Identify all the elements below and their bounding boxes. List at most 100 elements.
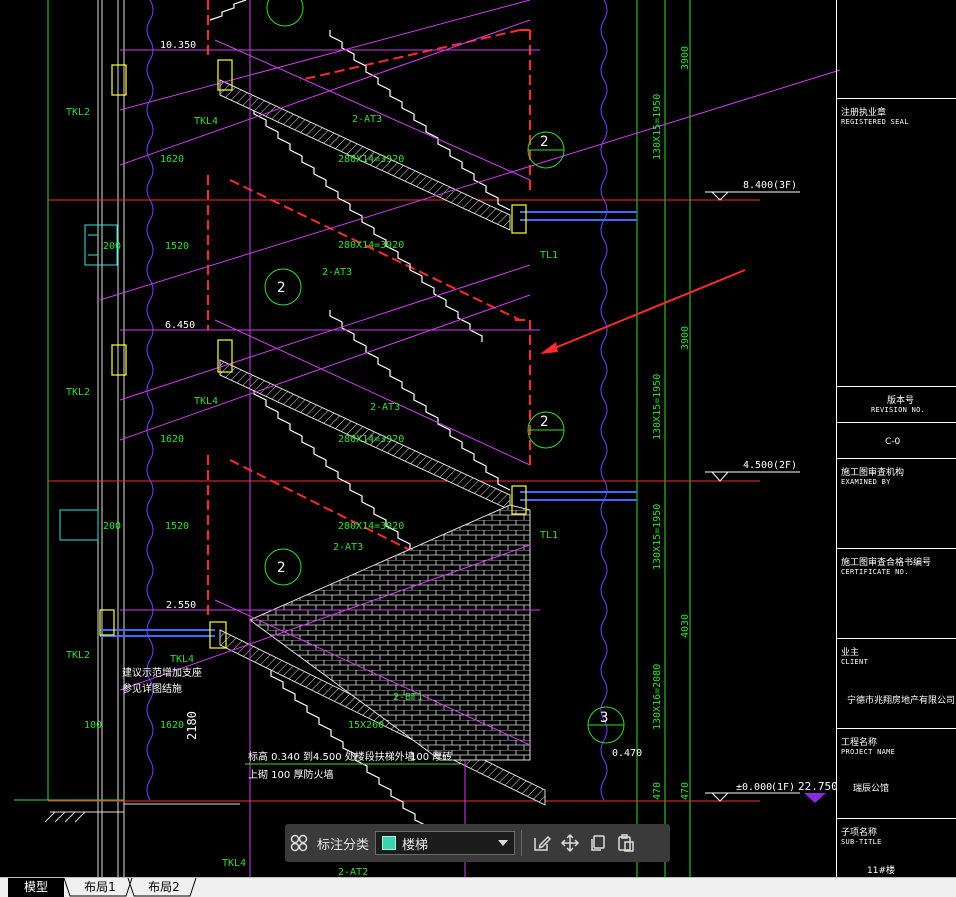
client-value: 宁德市兆翔房地产有限公司	[847, 696, 956, 706]
project-en: PROJECT NAME	[841, 748, 896, 756]
toolbar-divider	[521, 830, 523, 856]
dim-2180: 2180	[185, 711, 199, 740]
elev-2550: 2.550	[166, 600, 196, 611]
elev-22750: 22.750	[798, 780, 838, 793]
floor-3f: (3F)	[773, 180, 797, 191]
dim-130x15-b: 130X15=1950	[652, 374, 663, 440]
step-5: 15X260	[348, 720, 384, 731]
examined-cell: 施工图审查机构 EXAMINED BY	[837, 458, 956, 549]
label-at3-b: 2-AT3	[322, 267, 352, 278]
subtitle-en: SUB-TITLE	[841, 838, 882, 846]
step-1: 280X14=3920	[338, 154, 404, 165]
edit-icon[interactable]	[528, 829, 556, 857]
certificate-cn: 施工图审查合格书编号	[841, 558, 932, 568]
callout-2-c: 2	[277, 280, 285, 296]
category-value: 楼梯	[402, 837, 429, 853]
project-cn: 工程名称	[841, 738, 878, 748]
client-cn: 业主	[841, 648, 860, 658]
label-bt1: 2-BT1	[393, 692, 423, 703]
label-tkl4-c: TKL4	[170, 654, 194, 665]
dim-3900-a: 3900	[680, 46, 691, 70]
dim-130x15-c: 130X15=1950	[652, 504, 663, 570]
label-at2: 2-AT2	[338, 867, 368, 877]
dim-130x15-a: 130X15=1950	[652, 94, 663, 160]
seal-cn: 注册执业章	[841, 108, 887, 118]
callout-3: 3	[600, 710, 608, 726]
floor-2f: (2F)	[773, 460, 797, 471]
copy-icon[interactable]	[584, 829, 612, 857]
label-at3-d: 2-AT3	[333, 542, 363, 553]
elev-4500: 4.500	[743, 460, 773, 471]
note-1: 标高 0.340 到4.500 处楼段扶梯外墙	[248, 750, 415, 763]
note-4: 参见详图结施	[122, 682, 182, 695]
examined-en: EXAMINED BY	[841, 478, 891, 486]
category-select[interactable]: 楼梯	[375, 831, 516, 855]
callout-2-a: 2	[540, 134, 548, 150]
project-cell: 工程名称 PROJECT NAME 瑞辰公馆	[837, 728, 956, 819]
label-at3-c: 2-AT3	[370, 402, 400, 413]
step-2: 280X14=3920	[338, 240, 404, 251]
dim-470-a: 470	[680, 782, 691, 800]
dim-1520-b: 1520	[165, 521, 189, 532]
subtitle-value: 11#楼	[867, 866, 895, 876]
dim-130x16: 130X16=2080	[652, 664, 663, 730]
revision-en: REVISION NO.	[871, 406, 926, 414]
dim-4030: 4030	[680, 614, 691, 638]
note-1b: 100 厚砖	[410, 750, 452, 763]
dim-1620-a: 1620	[160, 154, 184, 165]
callout-2-d: 2	[277, 560, 285, 576]
elev-0470: 0.470	[612, 748, 642, 759]
dim-1620-c: 1620	[160, 720, 184, 731]
annotation-toolbar: 标注分类 楼梯	[285, 824, 670, 862]
elev-6450: 6.450	[165, 320, 195, 331]
client-en: CLIENT	[841, 658, 869, 666]
label-tkl4-b: TKL4	[194, 396, 218, 407]
seal-cell: 注册执业章 REGISTERED SEAL	[837, 98, 956, 387]
label-tkl4-a: TKL4	[194, 116, 218, 127]
step-3: 280X14=3920	[338, 434, 404, 445]
dim-470-b: 470	[652, 782, 663, 800]
step-4: 280X14=3920	[338, 521, 404, 532]
note-2: 上砌 100 厚防火墙	[248, 768, 333, 781]
tab-outlines	[63, 878, 197, 897]
elev-8400: 8.400	[743, 180, 773, 191]
revision-cn: 版本号	[887, 396, 915, 406]
callout-2-b: 2	[540, 414, 548, 430]
title-block: 注册执业章 REGISTERED SEAL 版本号 REVISION NO. C…	[836, 0, 956, 877]
grid-icon[interactable]	[285, 829, 313, 857]
wall-lines	[97, 0, 125, 877]
label-tkl2-c: TKL2	[66, 650, 90, 661]
label-tl1-a: TL1	[540, 250, 558, 261]
category-label: 标注分类	[317, 837, 370, 853]
chevron-down-icon	[498, 840, 509, 846]
category-color-swatch	[382, 836, 397, 850]
move-icon[interactable]	[556, 829, 584, 857]
elev-0000: ±0.000	[736, 782, 772, 793]
floor-1f: (1F)	[771, 782, 795, 793]
dim-200-b: 200	[103, 521, 121, 532]
label-at3-a: 2-AT3	[352, 114, 382, 125]
dim-1620-b: 1620	[160, 434, 184, 445]
project-value: 瑞辰公馆	[853, 784, 890, 794]
annotation-arrow-head	[540, 342, 558, 354]
dim-1520-a: 1520	[165, 241, 189, 252]
subtitle-cell: 子项名称 SUB-TITLE 11#楼	[837, 818, 956, 878]
elev-10350: 10.350	[160, 40, 196, 51]
layout-tab-bar: 模型 布局1 布局2	[0, 877, 956, 897]
subtitle-cn: 子项名称	[841, 828, 878, 838]
dim-100: 100	[84, 720, 102, 731]
label-tkl2-b: TKL2	[66, 387, 90, 398]
paste-icon[interactable]	[612, 829, 640, 857]
seal-en: REGISTERED SEAL	[841, 118, 909, 126]
certificate-cell: 施工图审查合格书编号 CERTIFICATE NO.	[837, 548, 956, 639]
revision-value-cell: C-0	[837, 422, 956, 459]
label-tl1-b: TL1	[540, 530, 558, 541]
dim-200-a: 200	[103, 241, 121, 252]
brick-infill	[249, 504, 531, 761]
note-3: 建议示范增加支座	[122, 666, 202, 679]
certificate-en: CERTIFICATE NO.	[841, 568, 909, 576]
cad-drawing-canvas[interactable]: 10.350 6.450 2.550 TKL2 TKL2 TKL2 TKL4 T…	[0, 0, 956, 877]
dim-3900-b: 3900	[680, 326, 691, 350]
revision-value: C-0	[885, 437, 901, 447]
label-tkl2-a: TKL2	[66, 107, 90, 118]
